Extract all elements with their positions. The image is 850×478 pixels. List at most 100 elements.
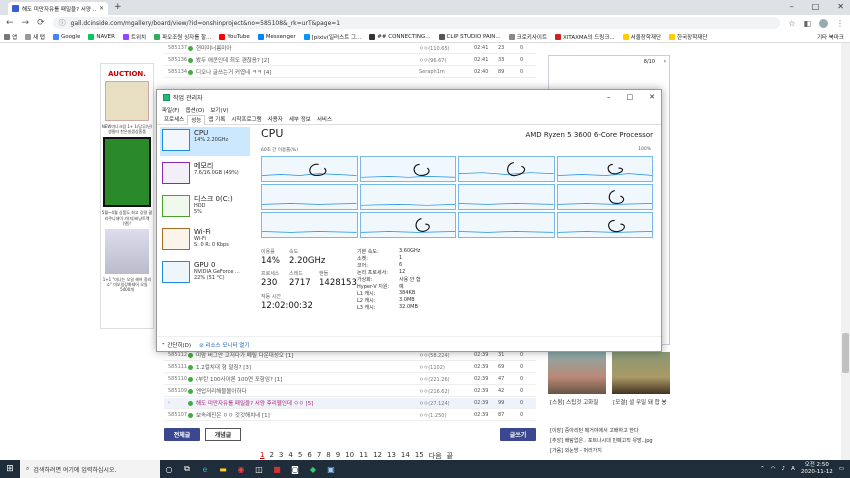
resource-wifi[interactable]: Wi-Fi Wi-Fi S: 0 R: 0 Kbps (160, 226, 250, 255)
store-icon[interactable]: ◫ (250, 460, 268, 478)
profile-avatar[interactable] (819, 18, 828, 28)
taskbar-search[interactable]: ⌕ 검색하려면 여기에 입력하십시오. (20, 460, 160, 478)
tab-startup[interactable]: 시작프로그램 (228, 115, 264, 125)
bookmark-item[interactable]: ## CONNECTING... (369, 33, 431, 40)
maximize-button[interactable]: □ (812, 2, 820, 11)
featured-posts-button[interactable]: 개념글 (205, 428, 241, 441)
disk-mini-graph (162, 195, 190, 217)
edge-icon[interactable]: e (196, 460, 214, 478)
forward-icon[interactable]: → (22, 18, 30, 28)
bookmark-item[interactable]: 한국장학재단 (669, 33, 707, 41)
scrollbar-thumb[interactable] (842, 333, 849, 373)
page-scrollbar[interactable] (841, 43, 850, 460)
thumbnail-image[interactable] (612, 352, 670, 394)
tm-maximize-button[interactable]: □ (627, 93, 634, 101)
chrome-icon[interactable]: ◉ (232, 460, 250, 478)
table-row[interactable]: 585110 (부탄 100사이론 100연 포함임? [1] ㅇㅇ(221.26… (164, 374, 536, 385)
bookmark-item[interactable]: YouTube (219, 33, 250, 40)
news-item[interactable]: [추앙] 배탐업은.. 포트나시대 민폐고직 유방..jpg (550, 437, 653, 444)
thumbnail-image[interactable] (548, 352, 606, 394)
app-icon[interactable]: ▣ (322, 460, 340, 478)
tm-close-button[interactable]: ✕ (649, 93, 655, 101)
tm-minimize-button[interactable]: – (607, 93, 611, 101)
taskbar-clock[interactable]: 오전 2:50 2020-11-12 (801, 462, 833, 476)
cortana-icon[interactable]: ○ (160, 460, 178, 478)
bookmark-item[interactable]: Google (52, 33, 80, 40)
extension-icon[interactable]: ◧ (803, 19, 811, 28)
other-bookmarks[interactable]: 기타 북마크 (817, 33, 844, 41)
resource-gpu[interactable]: GPU 0 NVIDIA GeForce ... 22% (51 °C) (160, 259, 250, 288)
bookmark-item[interactable]: 트위치 (122, 33, 146, 41)
tray-chevron-icon[interactable]: ⌃ (760, 466, 765, 472)
thumbnail-caption[interactable]: [모결] 셜 무밀 돼 합 봉 (613, 398, 667, 406)
back-icon[interactable]: ← (6, 18, 14, 28)
bookmark-apps[interactable]: 앱 (4, 33, 17, 41)
reload-icon[interactable]: ⟳ (37, 18, 45, 28)
new-tab-button[interactable]: + (114, 2, 122, 12)
tab-users[interactable]: 사용자 (265, 115, 286, 125)
bookmark-item[interactable]: 서울장학재단 (622, 33, 661, 41)
menu-options[interactable]: 옵션(O) (186, 106, 205, 114)
resource-disk[interactable]: 디스크 0(C:) HDD 5% (160, 193, 250, 222)
menu-icon[interactable]: ⋮ (836, 19, 844, 28)
bookmark-item[interactable]: NAVER (88, 33, 115, 40)
star-icon[interactable]: ☆ (788, 19, 795, 28)
resource-cpu[interactable]: CPU 14% 2.20GHz (160, 127, 250, 156)
notification-icon[interactable]: ▭ (839, 466, 844, 472)
all-posts-button[interactable]: 전체글 (164, 428, 200, 441)
volume-icon[interactable]: ♪ (782, 466, 786, 472)
table-row[interactable]: 585134 디오나 글쓰는거 커엽네 ㅋㅋ [4] Seraph1m 02:40 8… (164, 67, 536, 78)
bookmark-item[interactable]: Messenger (257, 33, 296, 40)
news-item[interactable]: [가음] 외눈방 - 머러가지 (550, 447, 602, 454)
table-row-current[interactable]: › 해도 미만자유를 패밀을? 서양 후리웹인데 ㅇㅇ [5] ㅇㅇ(27.124… (164, 398, 536, 409)
network-icon[interactable]: ◠ (771, 466, 776, 472)
tab-app-history[interactable]: 앱 기록 (205, 115, 228, 125)
bookmark-item[interactable]: 크로키사이트 (508, 33, 547, 41)
language-icon[interactable]: A (791, 466, 795, 472)
tab-details[interactable]: 세부 정보 (286, 115, 314, 125)
next-arrow-icon[interactable]: › (664, 58, 666, 65)
cpu-core-graph (556, 184, 653, 210)
gpu-mini-graph (162, 261, 190, 283)
cpu-core-graph (458, 156, 555, 182)
cpu-core-graph (261, 184, 358, 210)
table-row[interactable]: 585107 보속래진은 ㅇㅇ 갓갓해치네 [1] ㅇㅇ(1.250) 02:39 8… (164, 410, 536, 421)
table-row[interactable]: 585136 봤두 애쿤인데 최도 괜찮음? [2] ㅇㅇ(96.67) 02:41… (164, 55, 536, 66)
close-window-button[interactable]: ✕ (837, 2, 844, 11)
thumbnail-caption[interactable]: [스윔] 스팁것 고화질 (550, 398, 598, 406)
threads-label: 스레드 (289, 271, 303, 277)
tab-services[interactable]: 서비스 (314, 115, 335, 125)
bookmark-item[interactable]: XITAXMA의 드링크... (555, 33, 615, 41)
side-advertisement[interactable]: AUCTION. NEW미나크림 1+ 1/당무/난/생필터 찬은실생상흡품 5… (100, 63, 154, 329)
app-icon[interactable]: ◆ (304, 460, 322, 478)
menu-file[interactable]: 파일(F) (162, 106, 180, 114)
file-explorer-icon[interactable]: ▬ (214, 460, 232, 478)
address-bar[interactable]: gall.dcinside.com/mgallery/board/view/?i… (52, 17, 781, 29)
minimize-button[interactable]: – (790, 2, 794, 11)
tab-processes[interactable]: 프로세스 (161, 115, 187, 125)
tab-title: 해도 미만자유를 패밀을? 서양 ... (22, 6, 96, 13)
fewer-details-link[interactable]: ⌃ 간단히(D) (161, 341, 191, 349)
bookmark-item[interactable]: CLIP STUDIO PAIN... (438, 33, 501, 40)
menu-view[interactable]: 보기(V) (210, 106, 228, 114)
table-row[interactable]: 585137 현미미너름미아 ㅇㅇ(110.65) 02:41 23 0 (164, 43, 536, 54)
windows-start-icon[interactable]: ⊞ (0, 460, 20, 478)
bookmark-item[interactable]: 새 탭 (25, 33, 45, 41)
resource-monitor-link[interactable]: ⊘ 리소스 모니터 열기 (199, 341, 249, 349)
close-tab-icon[interactable]: ✕ (99, 5, 104, 12)
site-favicon-icon (12, 5, 19, 12)
task-manager-titlebar[interactable]: 작업 관리자 – □ ✕ (157, 90, 661, 105)
task-view-icon[interactable]: ⧉ (178, 460, 196, 478)
table-row[interactable]: 585109 엔업저리해물몰아하다 ㅇㅇ(216.62) 02:39 42 0 (164, 386, 536, 397)
news-item[interactable]: [이장] 중아리턴 메거야에서 고배하고 한다 (550, 427, 638, 434)
bookmark-item[interactable]: [pixiv(일러스트 그... (303, 33, 361, 41)
tab-performance[interactable]: 성능 (187, 114, 206, 125)
resource-memory[interactable]: 메모리 7.6/16.0GB (49%) (160, 160, 250, 189)
browser-tab[interactable]: 해도 미만자유를 패밀을? 서양 ... ✕ (8, 2, 108, 15)
app-icon[interactable]: ◙ (286, 460, 304, 478)
bookmark-item[interactable]: 파오조원 싱자를 할... (154, 33, 211, 41)
write-post-button[interactable]: 글쓰기 (500, 428, 536, 441)
app-icon[interactable]: ■ (268, 460, 286, 478)
table-row[interactable]: 585111 1.2컬치대 형 말짐? [3] ㅇㅇ(1102) 02:39 69 0 (164, 362, 536, 373)
utilization-value: 14% (261, 256, 280, 266)
